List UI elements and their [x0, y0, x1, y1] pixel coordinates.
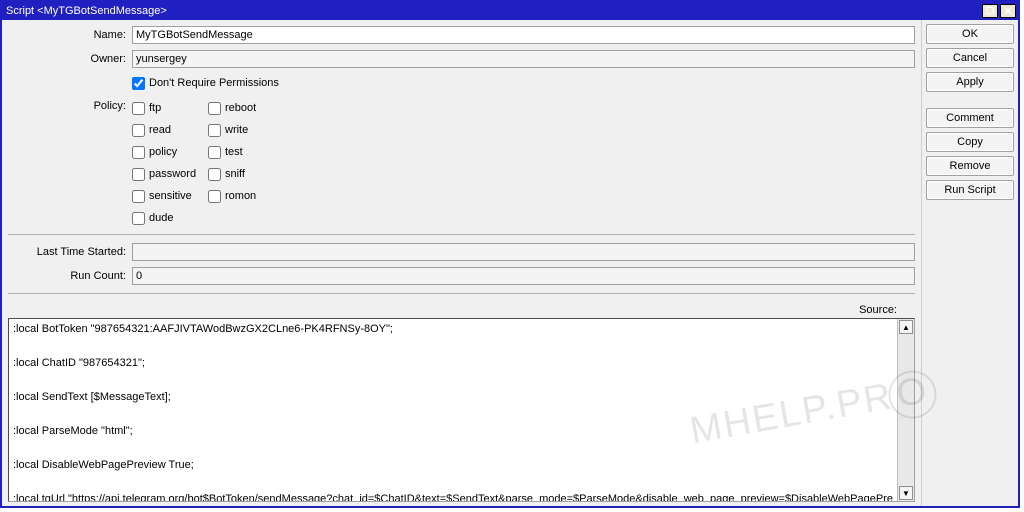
owner-input	[132, 50, 915, 68]
separator-2	[8, 293, 915, 294]
policy-write[interactable]: write	[208, 120, 280, 140]
policy-grid: ftp reboot read write policy test passwo…	[132, 96, 280, 228]
policy-romon[interactable]: romon	[208, 186, 280, 206]
comment-button[interactable]: Comment	[926, 108, 1014, 128]
policy-test[interactable]: test	[208, 142, 280, 162]
owner-label: Owner:	[8, 53, 128, 65]
policy-dude[interactable]: dude	[132, 208, 204, 228]
run-count-label: Run Count:	[8, 270, 128, 282]
source-editor[interactable]: :local BotToken "987654321:AAFJIVTAWodBw…	[9, 319, 897, 501]
name-input[interactable]	[132, 26, 915, 44]
dont-require-checkbox[interactable]	[132, 77, 145, 90]
window-title: Script <MyTGBotSendMessage>	[6, 5, 167, 17]
policy-password[interactable]: password	[132, 164, 204, 184]
policy-reboot[interactable]: reboot	[208, 98, 280, 118]
run-script-button[interactable]: Run Script	[926, 180, 1014, 200]
source-area: Source: :local BotToken "987654321:AAFJI…	[8, 304, 915, 502]
client-area: Name: Owner: Don't Require Permissions P…	[2, 20, 1018, 506]
copy-button[interactable]: Copy	[926, 132, 1014, 152]
policy-sniff[interactable]: sniff	[208, 164, 280, 184]
policy-policy[interactable]: policy	[132, 142, 204, 162]
button-panel: OK Cancel Apply Comment Copy Remove Run …	[921, 20, 1018, 506]
policy-sensitive[interactable]: sensitive	[132, 186, 204, 206]
source-label: Source:	[8, 304, 915, 318]
cancel-button[interactable]: Cancel	[926, 48, 1014, 68]
form-panel: Name: Owner: Don't Require Permissions P…	[2, 20, 921, 506]
separator	[8, 234, 915, 235]
name-label: Name:	[8, 29, 128, 41]
scrollbar[interactable]: ▲ ▼	[897, 319, 914, 501]
policy-read[interactable]: read	[132, 120, 204, 140]
remove-button[interactable]: Remove	[926, 156, 1014, 176]
dont-require-label: Don't Require Permissions	[149, 77, 279, 89]
source-box: :local BotToken "987654321:AAFJIVTAWodBw…	[8, 318, 915, 502]
script-window: Script <MyTGBotSendMessage> ❐ ✕ Name: Ow…	[0, 0, 1020, 508]
policy-label: Policy:	[8, 96, 128, 112]
policy-ftp[interactable]: ftp	[132, 98, 204, 118]
last-time-input	[132, 243, 915, 261]
last-time-label: Last Time Started:	[8, 246, 128, 258]
close-button[interactable]: ✕	[1000, 4, 1016, 18]
maximize-button[interactable]: ❐	[982, 4, 998, 18]
system-buttons: ❐ ✕	[980, 4, 1016, 18]
scroll-down-icon[interactable]: ▼	[899, 486, 913, 500]
dont-require-permissions[interactable]: Don't Require Permissions	[132, 72, 279, 94]
run-count-input	[132, 267, 915, 285]
titlebar: Script <MyTGBotSendMessage> ❐ ✕	[2, 2, 1018, 20]
apply-button[interactable]: Apply	[926, 72, 1014, 92]
scroll-up-icon[interactable]: ▲	[899, 320, 913, 334]
ok-button[interactable]: OK	[926, 24, 1014, 44]
policy-block: Policy: ftp reboot read write policy tes…	[8, 96, 915, 228]
